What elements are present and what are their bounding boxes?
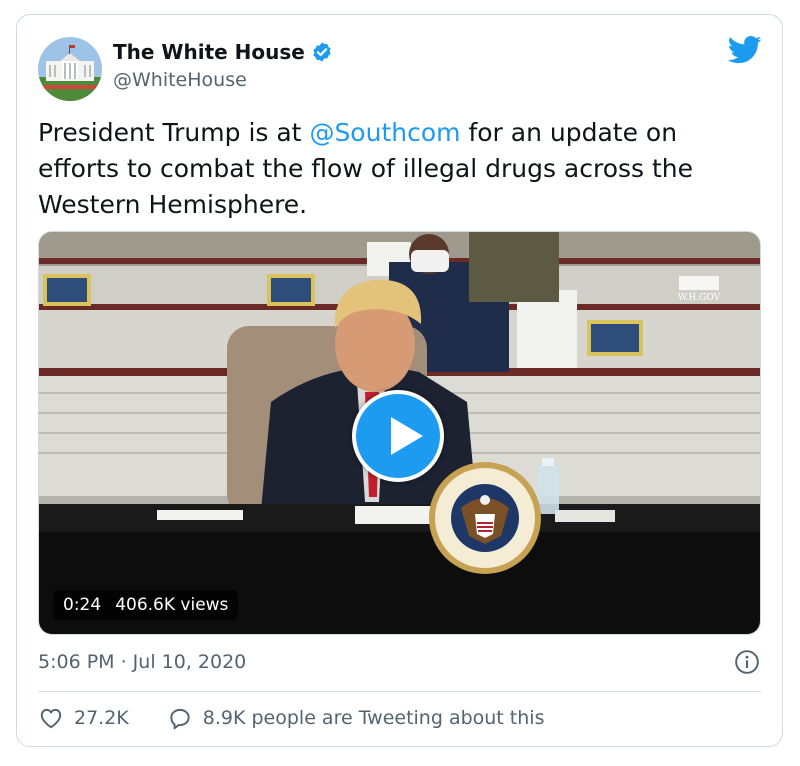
verified-badge-icon xyxy=(313,42,331,62)
twitter-bird-icon[interactable] xyxy=(728,35,762,65)
author-name[interactable]: The White House xyxy=(113,40,305,64)
avatar[interactable] xyxy=(38,37,102,101)
tweet-timestamp[interactable]: 5:06 PM · Jul 10, 2020 xyxy=(38,651,246,673)
heart-icon xyxy=(40,708,62,729)
video-player[interactable]: W.H.GOV 0:24 406.6K views xyxy=(38,231,761,635)
video-views: 406.6K views xyxy=(115,595,229,615)
video-stats-overlay: 0:24 406.6K views xyxy=(53,590,239,620)
conversation-text: 8.9K people are Tweeting about this xyxy=(202,707,545,729)
video-watermark: W.H.GOV xyxy=(678,293,721,303)
like-button[interactable]: 27.2K xyxy=(38,705,129,731)
mention-link[interactable]: @Southcom xyxy=(309,118,460,147)
tweet-text: President Trump is at @Southcom for an u… xyxy=(38,115,758,223)
author-handle[interactable]: @WhiteHouse xyxy=(113,69,247,91)
divider xyxy=(38,691,761,692)
speech-bubble-icon xyxy=(170,708,190,730)
conversation-link[interactable]: 8.9K people are Tweeting about this xyxy=(167,705,545,731)
white-house-avatar-image xyxy=(38,37,102,101)
tweet-text-start: President Trump is at xyxy=(38,118,310,147)
video-duration: 0:24 xyxy=(63,595,102,615)
play-icon[interactable] xyxy=(352,390,444,482)
tweet-card[interactable]: The White House @WhiteHouse President Tr… xyxy=(16,14,783,747)
info-icon[interactable] xyxy=(734,649,760,675)
like-count: 27.2K xyxy=(74,707,129,729)
tweet-actions: 27.2K 8.9K people are Tweeting about thi… xyxy=(38,705,544,731)
presidential-seal xyxy=(429,462,541,574)
